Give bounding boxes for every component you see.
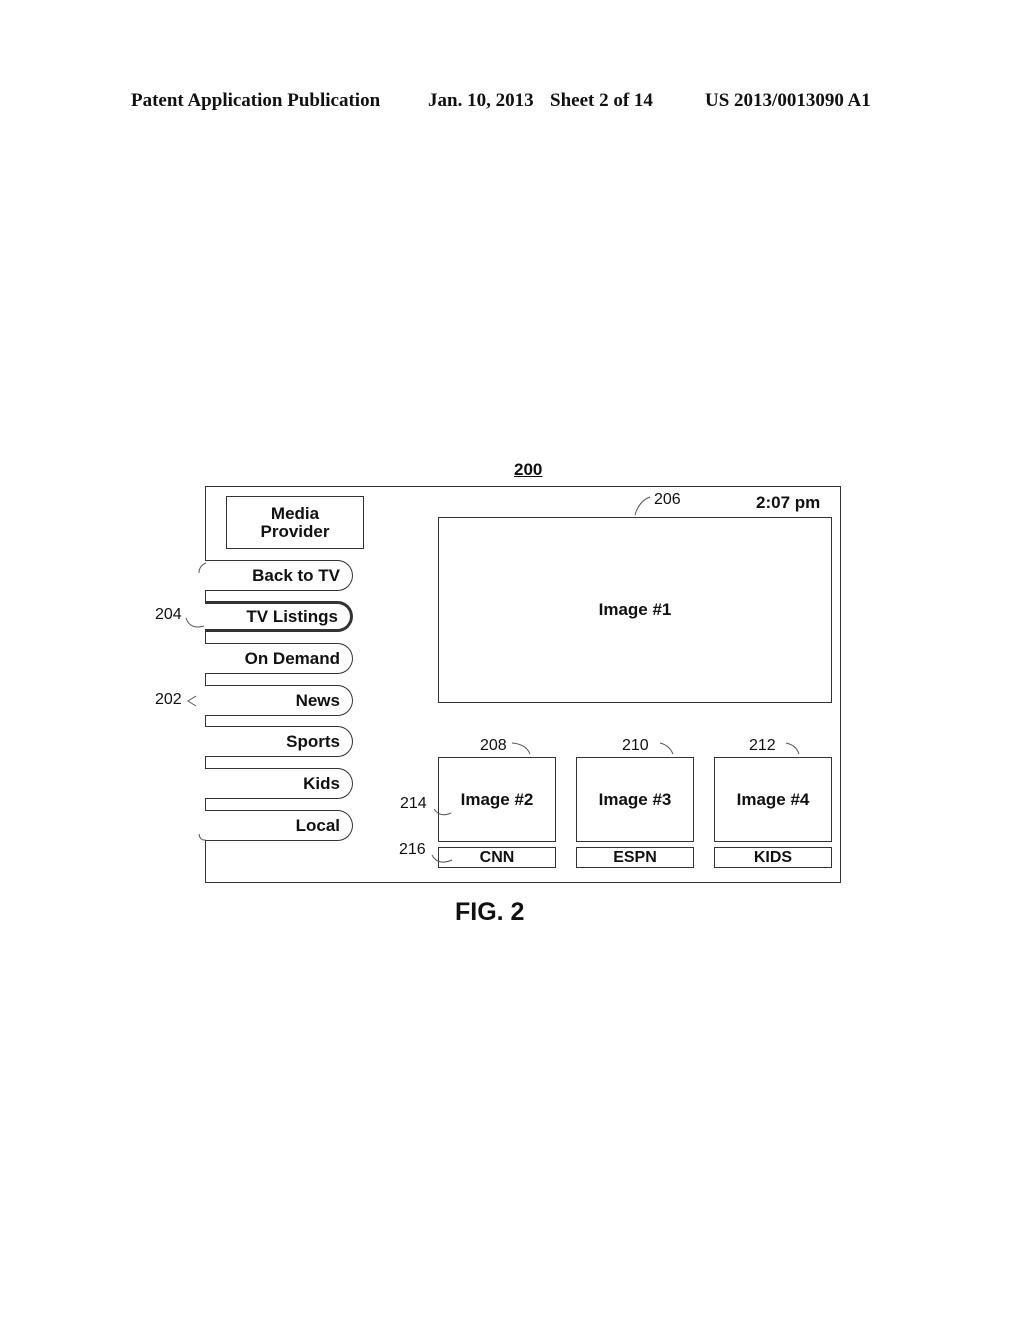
channel-label-kids[interactable]: KIDS — [714, 847, 832, 868]
thumbnail-label: Image #4 — [736, 789, 810, 809]
channel-label-text: ESPN — [613, 848, 657, 866]
channel-label-cnn[interactable]: CNN — [438, 847, 556, 868]
channel-label-text: KIDS — [753, 848, 793, 866]
menu-item-sports[interactable]: Sports — [205, 726, 353, 757]
figure-caption: FIG. 2 — [455, 898, 525, 926]
sheet-number: Sheet 2 of 14 — [550, 90, 653, 111]
menu-item-kids[interactable]: Kids — [205, 768, 353, 799]
ref-numeral-208: 208 — [480, 737, 507, 754]
channel-label-espn[interactable]: ESPN — [576, 847, 694, 868]
channel-label-text: CNN — [479, 848, 515, 866]
menu-item-tv-listings[interactable]: TV Listings — [205, 601, 353, 632]
media-provider-label: Media Provider — [260, 503, 330, 541]
ref-numeral-202: 202 — [155, 691, 182, 708]
menu-item-label: TV Listings — [246, 606, 338, 626]
thumbnail-label: Image #3 — [598, 789, 672, 809]
menu-item-label: Back to TV — [252, 565, 340, 585]
ref-numeral-210: 210 — [622, 737, 649, 754]
publication-date: Jan. 10, 2013 — [428, 90, 534, 111]
thumbnail-espn[interactable]: Image #3 — [576, 757, 694, 842]
thumbnail-kids[interactable]: Image #4 — [714, 757, 832, 842]
ref-numeral-216: 216 — [399, 841, 426, 858]
main-image-label: Image #1 — [598, 600, 672, 619]
menu-item-label: Sports — [286, 731, 340, 751]
menu-item-label: Kids — [303, 773, 340, 793]
patent-number: US 2013/0013090 A1 — [705, 90, 871, 111]
leader-202 — [187, 695, 197, 707]
thumbnail-cnn[interactable]: Image #2 — [438, 757, 556, 842]
thumbnail-label: Image #2 — [460, 789, 534, 809]
ref-numeral-204: 204 — [155, 606, 182, 623]
media-provider-logo: Media Provider — [226, 496, 364, 549]
menu-item-on-demand[interactable]: On Demand — [205, 643, 353, 674]
ref-numeral-206: 206 — [654, 491, 681, 508]
menu-item-local[interactable]: Local — [205, 810, 353, 841]
menu-item-back-to-tv[interactable]: Back to TV — [205, 560, 353, 591]
menu-item-label: News — [295, 690, 340, 710]
publication-title: Patent Application Publication — [131, 90, 381, 111]
clock-display: 2:07 pm — [756, 493, 821, 512]
menu-item-news[interactable]: News — [205, 685, 353, 716]
menu-item-label: Local — [295, 815, 340, 835]
figure-reference-number: 200 — [514, 460, 543, 479]
ref-numeral-214: 214 — [400, 795, 427, 812]
menu-item-label: On Demand — [244, 648, 340, 668]
main-image-panel[interactable]: Image #1 — [438, 517, 832, 703]
leader-204 — [185, 617, 205, 628]
ref-numeral-212: 212 — [749, 737, 776, 754]
